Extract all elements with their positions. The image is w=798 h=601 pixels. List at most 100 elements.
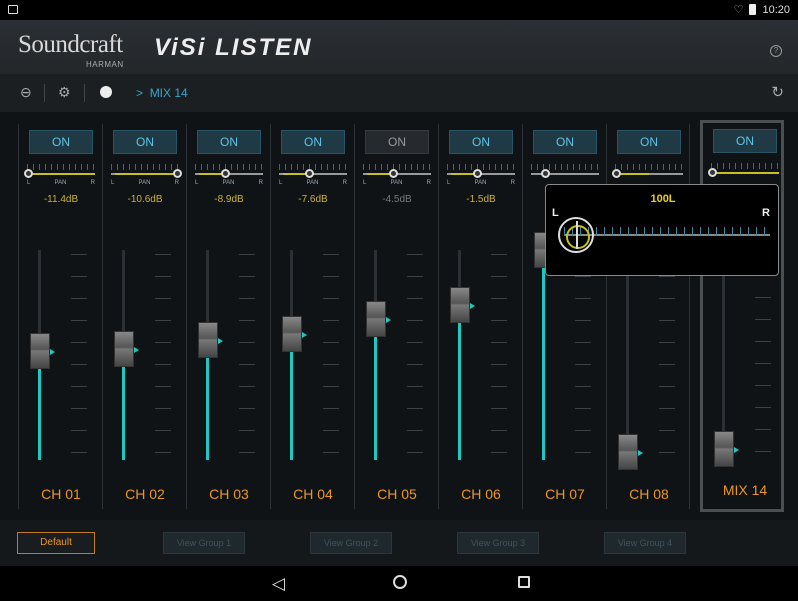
pan-popup[interactable]: 100L L R bbox=[545, 184, 779, 276]
refresh-icon[interactable]: ↻ bbox=[771, 83, 784, 101]
channel-label[interactable]: CH 03 bbox=[187, 486, 271, 502]
pan-label: PAN bbox=[474, 180, 487, 186]
pan-track bbox=[111, 169, 182, 178]
fader-level bbox=[542, 250, 545, 460]
fader-knob[interactable] bbox=[114, 330, 139, 367]
pan-knob[interactable] bbox=[541, 169, 550, 178]
on-button[interactable]: ON bbox=[113, 130, 177, 154]
pan-knob[interactable] bbox=[305, 169, 314, 178]
gain-readout: -10.6dB bbox=[127, 194, 163, 205]
settings-icon[interactable]: ⚙ bbox=[58, 84, 71, 101]
fader-track[interactable] bbox=[722, 249, 725, 459]
pan-knob[interactable] bbox=[221, 169, 230, 178]
on-button[interactable]: ON bbox=[197, 130, 261, 154]
on-button[interactable]: ON bbox=[617, 130, 681, 154]
breadcrumb[interactable]: > MIX 14 bbox=[136, 86, 188, 100]
pan-labels: L PAN R bbox=[195, 180, 263, 186]
default-button[interactable]: Default bbox=[17, 532, 95, 554]
pan-control[interactable] bbox=[111, 162, 179, 172]
fader-scale bbox=[659, 254, 675, 454]
status-right: ♡ 10:20 bbox=[733, 3, 790, 17]
pan-amount bbox=[115, 173, 179, 175]
fader-knob[interactable] bbox=[450, 286, 475, 323]
pan-labels: L PAN R bbox=[447, 180, 515, 186]
fader-knob[interactable] bbox=[282, 316, 307, 352]
pan-track bbox=[447, 169, 515, 178]
fader-scale bbox=[407, 254, 423, 454]
channel-strip: ON CH 07 bbox=[522, 124, 606, 509]
pan-label: L bbox=[363, 180, 367, 186]
fader-level bbox=[458, 304, 461, 460]
channel-label[interactable]: MIX 14 bbox=[703, 482, 787, 498]
fader-knob[interactable] bbox=[198, 322, 223, 359]
pan-control[interactable] bbox=[711, 161, 779, 171]
toolbar-divider bbox=[44, 84, 45, 102]
pan-popup-value: 100L bbox=[650, 193, 676, 205]
notification-icon bbox=[8, 5, 18, 14]
status-time: 10:20 bbox=[762, 3, 790, 16]
fader-scale bbox=[155, 254, 171, 454]
channel-label[interactable]: CH 04 bbox=[271, 486, 355, 502]
pan-control[interactable] bbox=[27, 162, 95, 172]
fader-scale bbox=[575, 254, 591, 454]
on-button[interactable]: ON bbox=[533, 130, 597, 154]
pan-scale bbox=[279, 164, 347, 170]
pan-amount bbox=[715, 172, 779, 174]
pan-knob[interactable] bbox=[708, 168, 717, 177]
view-group-3-button[interactable]: View Group 3 bbox=[457, 532, 539, 554]
pan-knob[interactable] bbox=[389, 169, 398, 178]
pan-knob[interactable] bbox=[24, 169, 33, 178]
pan-knob[interactable] bbox=[612, 169, 621, 178]
channel-strip: ON L PAN R -1.5dB CH 06 bbox=[438, 124, 522, 509]
fader-knob[interactable] bbox=[618, 433, 643, 470]
pan-control[interactable] bbox=[615, 162, 683, 172]
system-nav-bar: ◁ bbox=[0, 566, 798, 601]
view-group-4-button[interactable]: View Group 4 bbox=[604, 532, 686, 554]
pan-label: L bbox=[447, 180, 451, 186]
pan-scale bbox=[711, 163, 779, 169]
pan-labels: L PAN R bbox=[27, 180, 95, 186]
view-group-1-button[interactable]: View Group 1 bbox=[163, 532, 245, 554]
gain-readout: -7.6dB bbox=[298, 194, 328, 205]
pan-track bbox=[195, 169, 263, 178]
fader-scale bbox=[323, 254, 339, 454]
fader-knob[interactable] bbox=[714, 430, 739, 467]
pan-popup-knob[interactable] bbox=[558, 217, 594, 253]
gain-readout: -11.4dB bbox=[43, 194, 79, 205]
pan-amount bbox=[31, 173, 95, 175]
view-group-2-button[interactable]: View Group 2 bbox=[310, 532, 392, 554]
fader-knob[interactable] bbox=[30, 332, 55, 369]
on-button[interactable]: ON bbox=[713, 129, 777, 153]
toolbar: ⊖ ⚙ > MIX 14 ↻ bbox=[0, 74, 798, 112]
on-button[interactable]: ON bbox=[365, 130, 429, 154]
channel-label[interactable]: CH 01 bbox=[19, 486, 103, 502]
channel-label[interactable]: CH 08 bbox=[607, 486, 691, 502]
channel-label[interactable]: CH 02 bbox=[103, 486, 187, 502]
pan-scale bbox=[447, 164, 515, 170]
on-button[interactable]: ON bbox=[449, 130, 513, 154]
pan-label: PAN bbox=[222, 180, 235, 186]
pan-amount bbox=[619, 173, 649, 175]
on-button[interactable]: ON bbox=[281, 130, 345, 154]
pan-knob[interactable] bbox=[173, 169, 182, 178]
on-button[interactable]: ON bbox=[29, 130, 93, 154]
fader-track[interactable] bbox=[626, 250, 629, 460]
pan-label: L bbox=[111, 180, 115, 186]
back-circle-icon[interactable]: ⊖ bbox=[20, 84, 32, 101]
product-title: ViSi LISTEN bbox=[154, 34, 313, 61]
fader-knob[interactable] bbox=[366, 301, 391, 338]
channel-label[interactable]: CH 06 bbox=[439, 486, 523, 502]
pan-track bbox=[363, 169, 431, 178]
nav-back-icon[interactable]: ◁ bbox=[272, 574, 285, 594]
channel-label[interactable]: CH 05 bbox=[355, 486, 439, 502]
nav-home-icon[interactable] bbox=[393, 575, 407, 589]
channel-strip: ON L PAN R -10.6dB CH 02 bbox=[102, 124, 186, 509]
pan-knob[interactable] bbox=[473, 169, 482, 178]
pan-label: R bbox=[90, 180, 95, 186]
status-dot-icon[interactable] bbox=[100, 86, 112, 98]
signal-icon: ♡ bbox=[733, 4, 744, 16]
channel-label[interactable]: CH 07 bbox=[523, 486, 607, 502]
pan-labels: L PAN R bbox=[363, 180, 431, 186]
help-icon[interactable]: ? bbox=[770, 45, 782, 57]
nav-recents-icon[interactable] bbox=[518, 576, 530, 588]
